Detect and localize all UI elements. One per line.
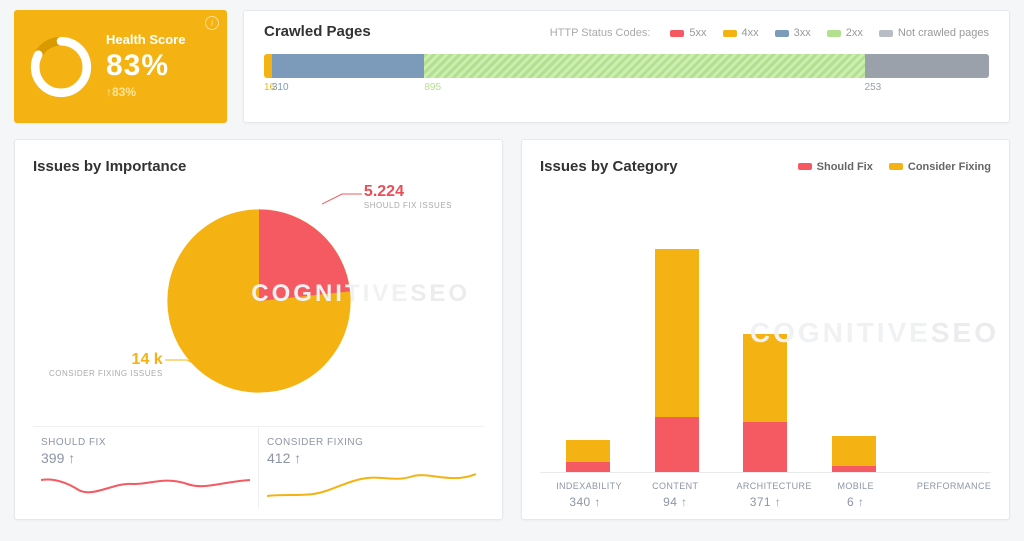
crawled-seg-4xx[interactable] bbox=[264, 54, 272, 78]
health-score-card: i Health Score 83% ↑83% bbox=[14, 10, 227, 123]
consider-fixing-callout: 14 k CONSIDER FIXING ISSUES bbox=[49, 351, 163, 378]
crawled-seg-label: 253 bbox=[865, 82, 989, 93]
consider-fixing-value: 14 k bbox=[49, 351, 163, 369]
category-bar-chart bbox=[540, 175, 991, 473]
category-axis-cell: PERFORMANCE bbox=[917, 481, 975, 509]
http-legend-label: HTTP Status Codes: bbox=[550, 27, 651, 39]
category-axis-cell: INDEXABILITY340 ↑ bbox=[556, 481, 614, 509]
crawled-seg-label: 310 bbox=[272, 82, 424, 93]
spark-row: SHOULD FIX 399 ↑ CONSIDER FIXING 412 ↑ bbox=[33, 426, 484, 509]
crawled-pages-card: Crawled Pages HTTP Status Codes: 5xx 4xx 3… bbox=[243, 10, 1010, 123]
issues-by-importance-panel: Issues by Importance COGNITIVESEO 5.224 bbox=[14, 139, 503, 520]
crawled-seg-label: 16 bbox=[264, 82, 272, 93]
sparkline-label: SHOULD FIX bbox=[41, 437, 250, 448]
issues-by-category-panel: Issues by Category Should Fix Consider Fi… bbox=[521, 139, 1010, 520]
legend-item[interactable]: Should Fix bbox=[798, 161, 873, 173]
health-score-value: 83% bbox=[106, 49, 185, 83]
health-score-delta: ↑83% bbox=[106, 85, 136, 99]
legend-item[interactable]: Not crawled pages bbox=[879, 27, 989, 39]
legend-item[interactable]: 5xx bbox=[670, 27, 706, 39]
category-column[interactable] bbox=[825, 436, 883, 472]
info-icon[interactable]: i bbox=[205, 16, 219, 30]
category-axis-cell: CONTENT94 ↑ bbox=[646, 481, 704, 509]
sparkline-value: 399 ↑ bbox=[41, 450, 250, 466]
category-legend: Should Fix Consider Fixing bbox=[798, 161, 991, 173]
issues-by-importance-title: Issues by Importance bbox=[33, 158, 186, 175]
should-fix-label: SHOULD FIX ISSUES bbox=[364, 201, 452, 210]
category-axis: INDEXABILITY340 ↑ CONTENT94 ↑ ARCHITECTURE… bbox=[540, 481, 991, 509]
category-axis-cell: MOBILE6 ↑ bbox=[827, 481, 885, 509]
should-fix-callout: 5.224 SHOULD FIX ISSUES bbox=[364, 183, 452, 210]
category-column[interactable] bbox=[736, 334, 794, 472]
sparkline-card[interactable]: CONSIDER FIXING 412 ↑ bbox=[259, 427, 484, 509]
issues-by-category-title: Issues by Category bbox=[540, 158, 678, 175]
sparkline-card[interactable]: SHOULD FIX 399 ↑ bbox=[33, 427, 259, 509]
sparkline-label: CONSIDER FIXING bbox=[267, 437, 476, 448]
crawled-seg-2xx[interactable] bbox=[424, 54, 864, 78]
crawled-seg-label: 895 bbox=[424, 82, 864, 93]
category-column[interactable] bbox=[648, 249, 706, 472]
should-fix-value: 5.224 bbox=[364, 183, 452, 201]
sparkline-value: 412 ↑ bbox=[267, 450, 476, 466]
legend-item[interactable]: 4xx bbox=[723, 27, 759, 39]
crawled-bar-labels: 16310895253 bbox=[264, 82, 989, 93]
health-score-ring bbox=[30, 36, 92, 98]
crawled-bar bbox=[264, 54, 989, 78]
crawled-pages-title: Crawled Pages bbox=[264, 23, 371, 40]
crawled-seg-3xx[interactable] bbox=[272, 54, 424, 78]
health-score-title: Health Score bbox=[106, 32, 185, 47]
category-column[interactable] bbox=[559, 440, 617, 472]
legend-item[interactable]: 3xx bbox=[775, 27, 811, 39]
consider-fixing-label: CONSIDER FIXING ISSUES bbox=[49, 369, 163, 378]
legend-item[interactable]: 2xx bbox=[827, 27, 863, 39]
http-legend: HTTP Status Codes: 5xx 4xx 3xx 2xx Not crawl… bbox=[550, 27, 989, 39]
crawled-seg-not[interactable] bbox=[865, 54, 989, 78]
legend-item[interactable]: Consider Fixing bbox=[889, 161, 991, 173]
category-axis-cell: ARCHITECTURE371 ↑ bbox=[736, 481, 794, 509]
